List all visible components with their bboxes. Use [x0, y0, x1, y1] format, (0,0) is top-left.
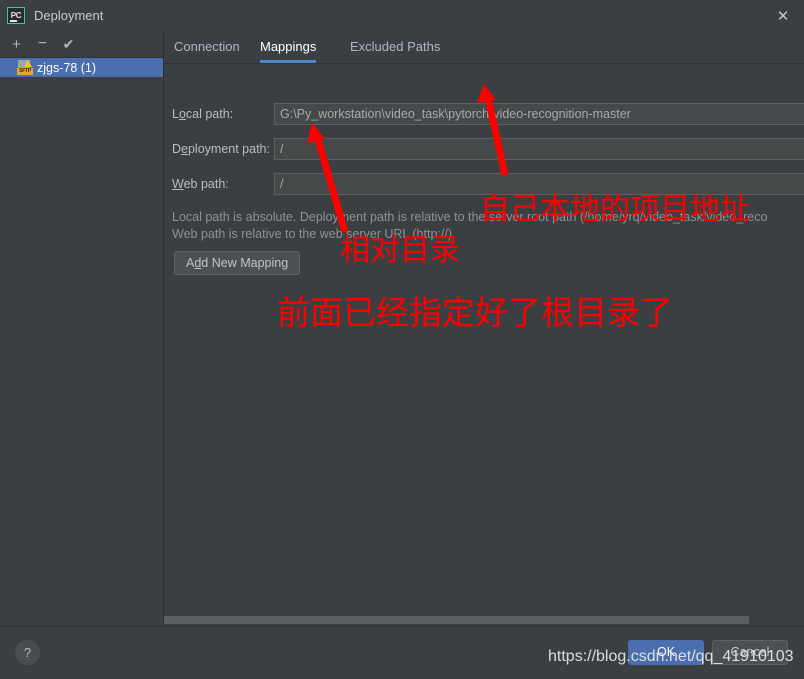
tab-strip: Connection Mappings Excluded Paths [164, 31, 804, 64]
web-path-input[interactable]: / [274, 173, 804, 195]
tab-excluded-paths[interactable]: Excluded Paths [350, 31, 440, 63]
set-default-server-icon[interactable]: ✔ [58, 34, 79, 54]
horizontal-scrollbar-thumb[interactable] [164, 616, 749, 624]
help-icon[interactable]: ? [15, 640, 40, 665]
deployment-path-input[interactable]: / [274, 138, 804, 160]
tab-mappings-label: Mappings [260, 39, 317, 54]
close-icon[interactable]: ✕ [772, 6, 794, 26]
title-bar: PC Deployment ✕ [0, 0, 804, 32]
mappings-panel: Connection Mappings Excluded Paths Local… [164, 31, 804, 625]
add-server-icon[interactable]: + [6, 34, 27, 54]
server-toolbar: + − ✔ [0, 31, 163, 58]
deployment-path-label: Deployment path: [172, 142, 270, 156]
hint-line-1: Local path is absolute. Deployment path … [172, 210, 768, 224]
tab-connection-label: Connection [174, 39, 240, 54]
watermark-url: https://blog.csdn.net/qq_41910103 [548, 648, 794, 665]
local-path-label: Local path: [172, 107, 234, 121]
pycharm-logo-icon: PC [7, 7, 25, 24]
add-new-mapping-button[interactable]: Add New Mapping [174, 251, 301, 275]
server-name-label: zjgs-78 (1) [37, 60, 97, 75]
local-path-input[interactable]: G:\Py_workstation\video_task\pytorch-vid… [274, 103, 804, 125]
horizontal-scrollbar[interactable] [164, 615, 804, 625]
sftp-server-icon: SFTP [17, 60, 33, 75]
tab-connection[interactable]: Connection [174, 31, 240, 63]
path-hint-text: Local path is absolute. Deployment path … [172, 209, 804, 243]
sftp-badge-label: SFTP [17, 68, 33, 75]
server-panel: + − ✔ SFTP zjgs-78 (1) [0, 31, 164, 625]
pycharm-logo-text: PC [10, 10, 22, 20]
page-title: Deployment [34, 8, 104, 23]
server-list: SFTP zjgs-78 (1) [0, 58, 163, 77]
tab-mappings[interactable]: Mappings [260, 31, 317, 63]
remove-server-icon[interactable]: − [32, 34, 53, 54]
web-path-label: Web path: [172, 177, 229, 191]
deployment-dialog: PC Deployment ✕ + − ✔ SFTP zjgs-78 (1) C… [0, 0, 804, 679]
list-item[interactable]: SFTP zjgs-78 (1) [0, 58, 163, 77]
active-tab-indicator [260, 60, 317, 63]
tab-excluded-paths-label: Excluded Paths [350, 39, 441, 54]
hint-line-2: Web path is relative to the web server U… [172, 227, 456, 241]
pycharm-logo-underline [10, 20, 17, 22]
